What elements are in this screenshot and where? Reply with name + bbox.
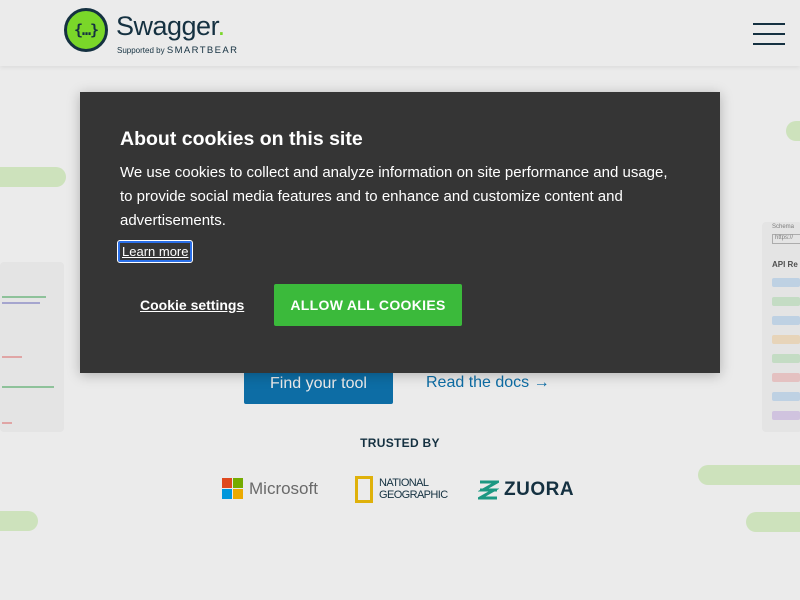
allow-all-cookies-button[interactable]: ALLOW ALL COOKIES [274, 284, 462, 326]
cookie-settings-button[interactable]: Cookie settings [140, 297, 244, 313]
cookie-consent-banner: About cookies on this site We use cookie… [80, 92, 720, 373]
cookie-banner-body: We use cookies to collect and analyze in… [120, 164, 668, 229]
learn-more-link[interactable]: Learn more [116, 240, 194, 263]
cookie-banner-title: About cookies on this site [120, 128, 363, 150]
allow-all-cookies-label: ALLOW ALL COOKIES [290, 297, 446, 313]
